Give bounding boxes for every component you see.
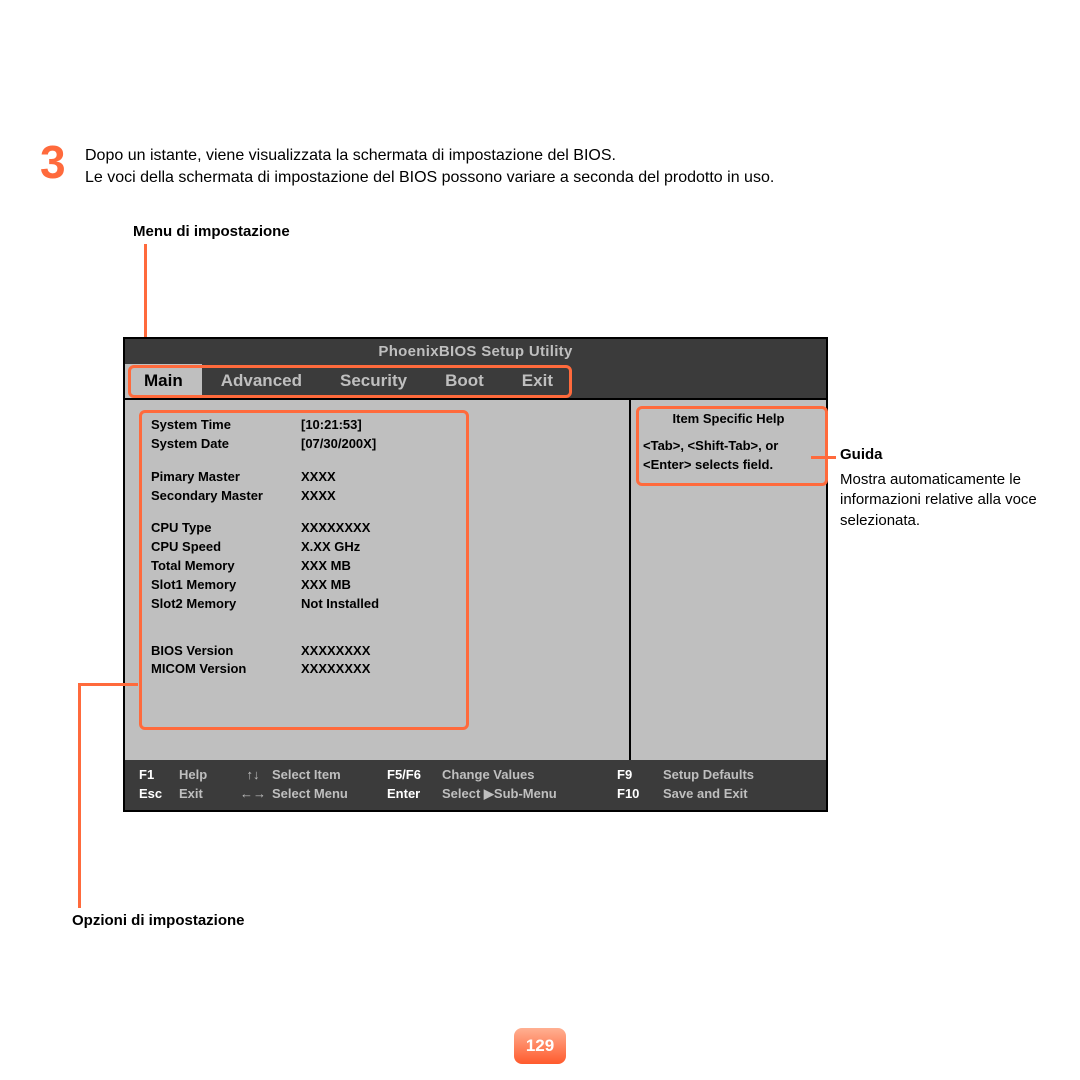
- bios-row: BIOS VersionXXXXXXXX: [151, 642, 609, 661]
- help-text-line2: <Enter> selects field.: [643, 456, 814, 475]
- callout-menu-label: Menu di impostazione: [133, 223, 290, 240]
- footer-desc: Save and Exit: [663, 785, 748, 804]
- bios-tabs: Main Advanced Security Boot Exit: [125, 364, 826, 398]
- row-gap: [151, 505, 609, 519]
- footer-desc: Change Values: [442, 766, 617, 785]
- callout-options-leader-v: [78, 683, 81, 908]
- bios-footer: F1 Help ↑↓ Select Item F5/F6 Change Valu…: [125, 760, 826, 810]
- row-gap: [151, 628, 609, 642]
- row-gap: [151, 614, 609, 628]
- footer-line2: Esc Exit ←→ Select Menu Enter Select ▶Su…: [139, 785, 812, 804]
- step-line2: Le voci della schermata di impostazione …: [85, 167, 774, 189]
- bios-row-key: MICOM Version: [151, 660, 301, 679]
- footer-arrows: ←→: [234, 785, 272, 804]
- callout-guide-leader: [811, 456, 836, 459]
- bios-row: Slot2 MemoryNot Installed: [151, 595, 609, 614]
- footer-line1: F1 Help ↑↓ Select Item F5/F6 Change Valu…: [139, 766, 812, 785]
- bios-row-value: [10:21:53]: [301, 416, 362, 435]
- bios-row-key: CPU Speed: [151, 538, 301, 557]
- bios-row-value: X.XX GHz: [301, 538, 360, 557]
- bios-row: System Time[10:21:53]: [151, 416, 609, 435]
- callout-guide-text: Mostra automaticamente le informazioni r…: [840, 470, 1045, 531]
- bios-row: Secondary MasterXXXX: [151, 487, 609, 506]
- bios-row-value: XXX MB: [301, 576, 351, 595]
- bios-row-key: Pimary Master: [151, 468, 301, 487]
- bios-row-key: BIOS Version: [151, 642, 301, 661]
- tab-main[interactable]: Main: [125, 364, 202, 398]
- bios-row: Slot1 MemoryXXX MB: [151, 576, 609, 595]
- bios-row-value: [07/30/200X]: [301, 435, 376, 454]
- help-text-line1: <Tab>, <Shift-Tab>, or: [643, 437, 814, 456]
- bios-row: CPU SpeedX.XX GHz: [151, 538, 609, 557]
- bios-row-key: System Time: [151, 416, 301, 435]
- bios-help-panel: Item Specific Help <Tab>, <Shift-Tab>, o…: [631, 400, 826, 760]
- bios-row-value: XXXXXXXX: [301, 519, 370, 538]
- footer-action: Help: [179, 766, 234, 785]
- tab-security[interactable]: Security: [321, 364, 426, 398]
- footer-action: Exit: [179, 785, 234, 804]
- callout-guide-label: Guida: [840, 446, 883, 463]
- bios-row: System Date[07/30/200X]: [151, 435, 609, 454]
- footer-key: F5/F6: [387, 766, 442, 785]
- footer-key: Enter: [387, 785, 442, 804]
- footer-desc: Select Item: [272, 766, 387, 785]
- step-number: 3: [40, 135, 66, 189]
- bios-row: Pimary MasterXXXX: [151, 468, 609, 487]
- bios-row-value: XXXX: [301, 487, 336, 506]
- bios-body: System Time[10:21:53]System Date[07/30/2…: [125, 398, 826, 760]
- step-line1: Dopo un istante, viene visualizzata la s…: [85, 145, 774, 167]
- page-number-badge: 129: [514, 1028, 566, 1064]
- footer-desc: Select ▶Sub-Menu: [442, 785, 617, 804]
- footer-desc: Setup Defaults: [663, 766, 754, 785]
- footer-arrows: ↑↓: [234, 766, 272, 785]
- bios-row-value: XXXXXXXX: [301, 660, 370, 679]
- row-gap: [151, 454, 609, 468]
- callout-options-leader-h: [78, 683, 138, 686]
- bios-title: PhoenixBIOS Setup Utility: [125, 339, 826, 364]
- help-title: Item Specific Help: [643, 410, 814, 429]
- bios-row: MICOM VersionXXXXXXXX: [151, 660, 609, 679]
- footer-key: F1: [139, 766, 179, 785]
- bios-row-key: Slot2 Memory: [151, 595, 301, 614]
- tab-advanced[interactable]: Advanced: [202, 364, 321, 398]
- footer-key: Esc: [139, 785, 179, 804]
- step-text: Dopo un istante, viene visualizzata la s…: [85, 145, 774, 190]
- callout-menu-leader: [144, 244, 147, 337]
- bios-row-value: Not Installed: [301, 595, 379, 614]
- tab-boot[interactable]: Boot: [426, 364, 503, 398]
- callout-options-label: Opzioni di impostazione: [72, 912, 245, 929]
- footer-key: F10: [617, 785, 663, 804]
- tab-exit[interactable]: Exit: [503, 364, 572, 398]
- bios-row-value: XXX MB: [301, 557, 351, 576]
- bios-left-panel: System Time[10:21:53]System Date[07/30/2…: [125, 400, 631, 760]
- bios-row-key: CPU Type: [151, 519, 301, 538]
- bios-window: PhoenixBIOS Setup Utility Main Advanced …: [123, 337, 828, 812]
- bios-row: CPU TypeXXXXXXXX: [151, 519, 609, 538]
- bios-row: Total MemoryXXX MB: [151, 557, 609, 576]
- footer-desc: Select Menu: [272, 785, 387, 804]
- bios-row-key: System Date: [151, 435, 301, 454]
- bios-row-key: Total Memory: [151, 557, 301, 576]
- footer-key: F9: [617, 766, 663, 785]
- bios-row-value: XXXX: [301, 468, 336, 487]
- bios-row-key: Secondary Master: [151, 487, 301, 506]
- bios-row-value: XXXXXXXX: [301, 642, 370, 661]
- bios-row-key: Slot1 Memory: [151, 576, 301, 595]
